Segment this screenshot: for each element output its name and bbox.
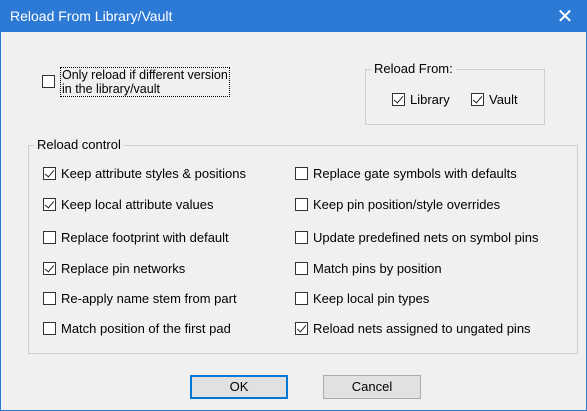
only-reload-label: Only reload if different version in the … xyxy=(60,67,230,97)
checkbox-box[interactable] xyxy=(43,322,56,335)
checkbox-box[interactable] xyxy=(295,231,308,244)
checkbox-label: Replace footprint with default xyxy=(61,230,229,245)
checkbox-label: Update predefined nets on symbol pins xyxy=(313,230,539,245)
library-box[interactable] xyxy=(392,93,405,106)
checkbox-box[interactable] xyxy=(43,167,56,180)
vault-label: Vault xyxy=(489,92,518,107)
only-reload-box[interactable] xyxy=(42,75,55,88)
checkbox-box[interactable] xyxy=(43,231,56,244)
checkbox-box[interactable] xyxy=(295,292,308,305)
checkbox-label: Match pins by position xyxy=(313,261,442,276)
keep-pin-position-checkbox[interactable]: Keep pin position/style overrides xyxy=(295,197,500,212)
keep-local-pin-types-checkbox[interactable]: Keep local pin types xyxy=(295,291,429,306)
keep-attribute-styles-checkbox[interactable]: Keep attribute styles & positions xyxy=(43,166,246,181)
checkbox-label: Re-apply name stem from part xyxy=(61,291,237,306)
checkbox-box[interactable] xyxy=(295,198,308,211)
checkbox-label: Reload nets assigned to ungated pins xyxy=(313,321,531,336)
checkbox-box[interactable] xyxy=(295,262,308,275)
reload-control-label: Reload control xyxy=(34,137,124,152)
checkbox-label: Replace pin networks xyxy=(61,261,186,276)
checkbox-box[interactable] xyxy=(43,292,56,305)
cancel-button[interactable]: Cancel xyxy=(323,375,421,399)
library-checkbox[interactable]: Library xyxy=(392,92,450,107)
checkbox-label: Keep attribute styles & positions xyxy=(61,166,246,181)
replace-footprint-checkbox[interactable]: Replace footprint with default xyxy=(43,230,229,245)
close-icon[interactable]: ✕ xyxy=(544,1,586,32)
reload-dialog: Reload From Library/Vault ✕ Only reload … xyxy=(0,0,587,411)
update-predefined-nets-checkbox[interactable]: Update predefined nets on symbol pins xyxy=(295,230,538,245)
only-reload-line2: in the library/vault xyxy=(62,82,160,96)
checkbox-box[interactable] xyxy=(295,167,308,180)
checkbox-box[interactable] xyxy=(43,262,56,275)
checkbox-label: Keep local pin types xyxy=(313,291,430,306)
title-bar: Reload From Library/Vault ✕ xyxy=(1,1,586,32)
vault-checkbox[interactable]: Vault xyxy=(471,92,518,107)
ok-button[interactable]: OK xyxy=(190,375,288,399)
match-position-first-pad-checkbox[interactable]: Match position of the first pad xyxy=(43,321,231,336)
checkbox-label: Keep local attribute values xyxy=(61,197,214,212)
checkbox-box[interactable] xyxy=(295,322,308,335)
vault-box[interactable] xyxy=(471,93,484,106)
replace-gate-symbols-checkbox[interactable]: Replace gate symbols with defaults xyxy=(295,166,517,181)
replace-pin-networks-checkbox[interactable]: Replace pin networks xyxy=(43,261,185,276)
reload-nets-ungated-pins-checkbox[interactable]: Reload nets assigned to ungated pins xyxy=(295,321,531,336)
only-reload-line1: Only reload if different version xyxy=(62,68,228,82)
checkbox-label: Replace gate symbols with defaults xyxy=(313,166,517,181)
checkbox-label: Match position of the first pad xyxy=(61,321,231,336)
reapply-name-stem-checkbox[interactable]: Re-apply name stem from part xyxy=(43,291,237,306)
match-pins-by-position-checkbox[interactable]: Match pins by position xyxy=(295,261,442,276)
only-reload-checkbox[interactable]: Only reload if different version in the … xyxy=(42,67,230,97)
dialog-title: Reload From Library/Vault xyxy=(10,8,173,24)
keep-local-attribute-values-checkbox[interactable]: Keep local attribute values xyxy=(43,197,213,212)
checkbox-label: Keep pin position/style overrides xyxy=(313,197,501,212)
library-label: Library xyxy=(410,92,450,107)
reload-from-label: Reload From: xyxy=(371,61,456,76)
checkbox-box[interactable] xyxy=(43,198,56,211)
